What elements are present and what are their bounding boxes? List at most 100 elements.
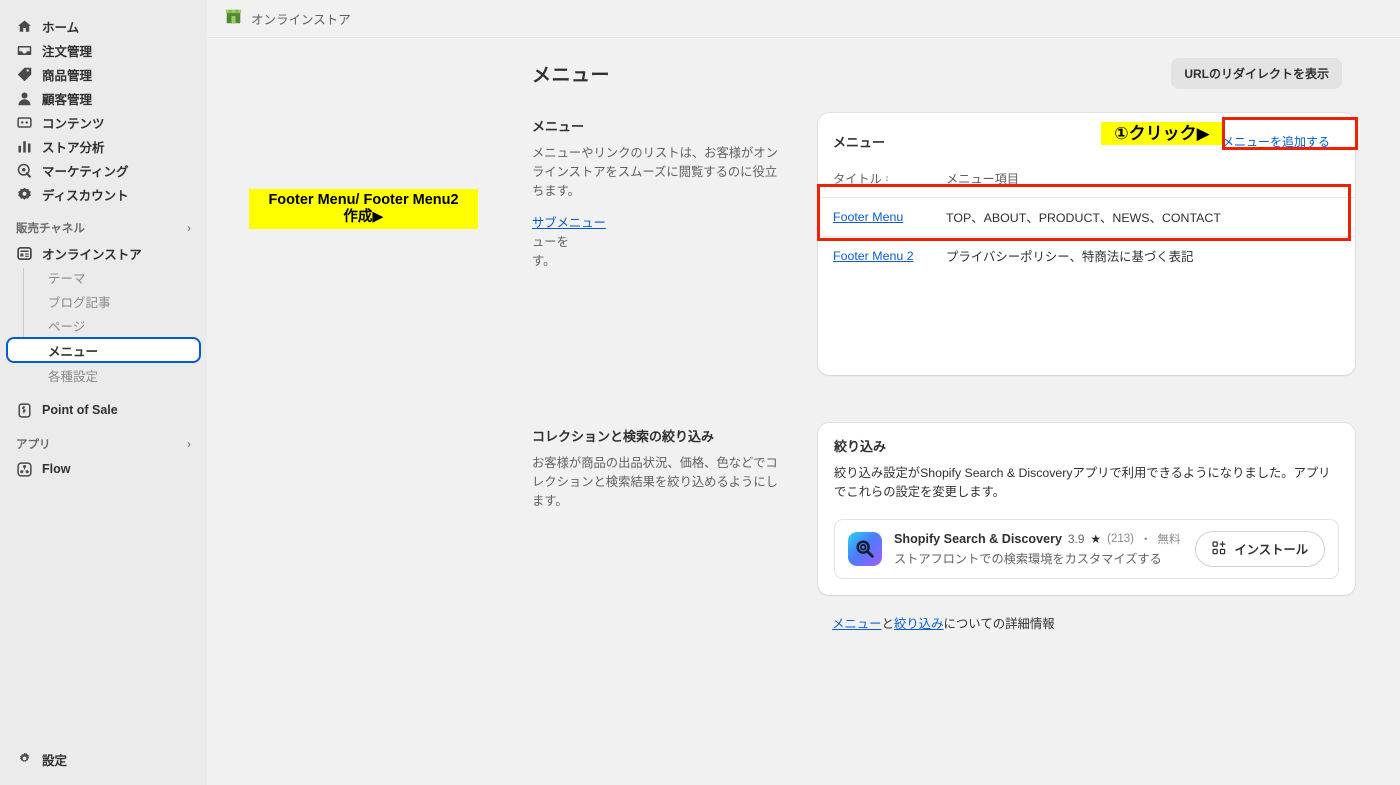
menus-desc-body2: サブメニュー ューを す。 bbox=[532, 214, 787, 271]
sidebar-item-marketing[interactable]: マーケティング bbox=[8, 158, 199, 182]
menu-title-cell: Footer Menu bbox=[833, 210, 946, 224]
sidebar-item-point-of-sale[interactable]: Point of Sale bbox=[8, 398, 199, 422]
filters-section: コレクションと検索の絞り込み お客様が商品の出品状況、価格、色などでコレクション… bbox=[207, 423, 1400, 595]
sidebar-subitem-label: ブログ記事 bbox=[48, 295, 111, 310]
sidebar-item-content[interactable]: コンテンツ bbox=[8, 110, 199, 134]
sidebar-item-pages[interactable]: ページ bbox=[8, 313, 199, 337]
product-tag-icon bbox=[16, 66, 32, 82]
main-content: オンラインストア メニュー URLのリダイレクトを表示 メニュー メニューやリン… bbox=[207, 0, 1400, 785]
pos-icon bbox=[16, 402, 32, 418]
menus-desc-body2-a: ューを bbox=[532, 235, 569, 249]
sidebar-item-home[interactable]: ホーム bbox=[8, 14, 199, 38]
menus-help-link[interactable]: メニュー bbox=[832, 617, 882, 631]
filters-description: コレクションと検索の絞り込み お客様が商品の出品状況、価格、色などでコレクション… bbox=[532, 423, 787, 595]
filters-card-title: 絞り込み bbox=[834, 439, 887, 454]
sidebar-section-label: アプリ bbox=[16, 439, 51, 451]
sidebar-item-discounts[interactable]: ディスカウント bbox=[8, 182, 199, 206]
analytics-bar-chart-icon bbox=[16, 138, 32, 154]
menus-section: メニュー メニューやリンクのリストは、お客様がオンラインストアをスムーズに閲覧す… bbox=[207, 113, 1400, 375]
content-icon bbox=[16, 114, 32, 130]
sidebar-subitem-label: メニュー bbox=[48, 344, 99, 359]
customer-person-icon bbox=[16, 90, 32, 106]
menus-card-header: メニュー メニューを追加する bbox=[818, 113, 1355, 167]
sidebar-item-products[interactable]: 商品管理 bbox=[8, 62, 199, 86]
submenu-link[interactable]: サブメニュー bbox=[532, 216, 606, 230]
app-name: Shopify Search & Discovery bbox=[894, 532, 1062, 546]
table-empty-space bbox=[818, 275, 1355, 375]
sidebar-item-flow[interactable]: Flow bbox=[8, 457, 199, 481]
menu-items-cell: TOP、ABOUT、PRODUCT、NEWS、CONTACT bbox=[946, 211, 1221, 225]
footer-learn-more: メニューと絞り込みについての詳細情報 bbox=[207, 614, 1400, 632]
sidebar-subitem-label: 各種設定 bbox=[48, 369, 99, 384]
sidebar-item-label: マーケティング bbox=[42, 164, 129, 179]
footer-text-end: についての詳細情報 bbox=[943, 617, 1055, 631]
sidebar-item-analytics[interactable]: ストア分析 bbox=[8, 134, 199, 158]
sidebar-item-label: 商品管理 bbox=[42, 68, 93, 83]
annotation-create-note: Footer Menu/ Footer Menu2 作成▶ bbox=[249, 189, 478, 229]
page-title: メニュー bbox=[532, 65, 611, 86]
table-row[interactable]: Footer Menu 2 プライバシーポリシー、特商法に基づく表記 bbox=[818, 236, 1355, 275]
column-header-title[interactable]: タイトル ↕ bbox=[833, 169, 946, 187]
annotation-create-note-line2: 作成▶ bbox=[343, 209, 384, 225]
app-price: 無料 bbox=[1157, 534, 1181, 546]
annotation-click-badge: ①クリック▶ bbox=[1101, 122, 1223, 145]
install-button[interactable]: インストール bbox=[1195, 531, 1325, 567]
marketing-target-icon bbox=[16, 162, 32, 178]
menus-desc-body2-b: す。 bbox=[532, 254, 556, 268]
filters-help-link[interactable]: 絞り込み bbox=[894, 617, 944, 631]
sidebar-item-orders[interactable]: 注文管理 bbox=[8, 38, 199, 62]
sidebar-item-label: ディスカウント bbox=[42, 188, 129, 203]
search-magnifier-app-icon bbox=[848, 532, 882, 566]
add-menu-button[interactable]: メニューを追加する bbox=[1210, 126, 1341, 157]
shopify-storefront-icon bbox=[225, 8, 242, 30]
sidebar-section-label: 販売チャネル bbox=[16, 223, 85, 235]
menu-link[interactable]: Footer Menu 2 bbox=[833, 249, 914, 263]
sidebar-item-label: 設定 bbox=[42, 753, 68, 768]
sidebar-item-themes[interactable]: テーマ bbox=[8, 265, 199, 289]
filters-card: 絞り込み 絞り込み設定がShopify Search & Discoveryアプ… bbox=[818, 423, 1355, 595]
menus-card-title: メニュー bbox=[833, 135, 886, 150]
menus-card: メニュー メニューを追加する タイトル ↕ メニュー項目 Footer Menu bbox=[817, 113, 1358, 375]
orders-inbox-icon bbox=[16, 42, 32, 58]
sidebar-item-label: Flow bbox=[42, 462, 71, 476]
star-icon: ★ bbox=[1090, 532, 1102, 546]
sidebar-item-menus[interactable]: メニュー bbox=[6, 337, 201, 363]
home-icon bbox=[16, 18, 32, 34]
sidebar-section-sales-channels[interactable]: 販売チャネル › bbox=[16, 220, 191, 236]
table-row[interactable]: Footer Menu TOP、ABOUT、PRODUCT、NEWS、CONTA… bbox=[818, 197, 1355, 236]
sidebar: ホーム 注文管理 商品管理 顧客管理 コンテンツ ストア分析 マーケティング デ… bbox=[0, 0, 207, 785]
filters-card-text: 絞り込み設定がShopify Search & Discoveryアプリで利用で… bbox=[834, 466, 1331, 499]
chevron-right-icon: › bbox=[187, 437, 191, 451]
sidebar-item-label: 顧客管理 bbox=[42, 92, 93, 107]
app-review-count: (213) bbox=[1107, 533, 1135, 545]
sidebar-item-label: コンテンツ bbox=[42, 116, 105, 131]
footer-text-mid: と bbox=[881, 617, 894, 631]
online-store-icon bbox=[16, 245, 32, 261]
discount-icon bbox=[16, 186, 32, 202]
menu-link[interactable]: Footer Menu bbox=[833, 210, 903, 224]
sidebar-section-apps[interactable]: アプリ › bbox=[16, 436, 191, 452]
sidebar-item-label: ストア分析 bbox=[42, 140, 105, 155]
sidebar-subitem-label: ページ bbox=[48, 319, 86, 334]
app-meta: Shopify Search & Discovery 3.9 ★ (213) ・… bbox=[894, 531, 1183, 567]
app-recommendation-box[interactable]: Shopify Search & Discovery 3.9 ★ (213) ・… bbox=[834, 519, 1339, 579]
page-header: メニュー URLのリダイレクトを表示 bbox=[207, 38, 1400, 89]
sidebar-item-label: 注文管理 bbox=[42, 44, 93, 59]
sort-arrows-icon: ↕ bbox=[884, 172, 890, 183]
app-grid-plus-icon bbox=[1212, 540, 1226, 558]
sidebar-item-online-store[interactable]: オンラインストア bbox=[8, 241, 199, 265]
view-url-redirects-button[interactable]: URLのリダイレクトを表示 bbox=[1171, 58, 1342, 89]
sidebar-item-label: Point of Sale bbox=[42, 403, 118, 417]
sidebar-item-blog-posts[interactable]: ブログ記事 bbox=[8, 289, 199, 313]
menu-items-cell: プライバシーポリシー、特商法に基づく表記 bbox=[946, 250, 1194, 264]
filters-desc-body: お客様が商品の出品状況、価格、色などでコレクションと検索結果を絞り込めるようにし… bbox=[532, 456, 778, 508]
annotation-create-note-line1: Footer Menu/ Footer Menu2 bbox=[268, 192, 459, 209]
sidebar-item-preferences[interactable]: 各種設定 bbox=[8, 363, 199, 387]
sidebar-item-settings[interactable]: 設定 bbox=[8, 747, 199, 771]
sidebar-item-customers[interactable]: 顧客管理 bbox=[8, 86, 199, 110]
app-rating: 3.9 bbox=[1067, 532, 1085, 546]
menu-title-cell: Footer Menu 2 bbox=[833, 249, 946, 263]
flow-icon bbox=[16, 461, 32, 477]
filters-card-body: 絞り込み 絞り込み設定がShopify Search & Discoveryアプ… bbox=[818, 423, 1355, 595]
sidebar-settings-wrapper: 設定 bbox=[0, 747, 207, 771]
